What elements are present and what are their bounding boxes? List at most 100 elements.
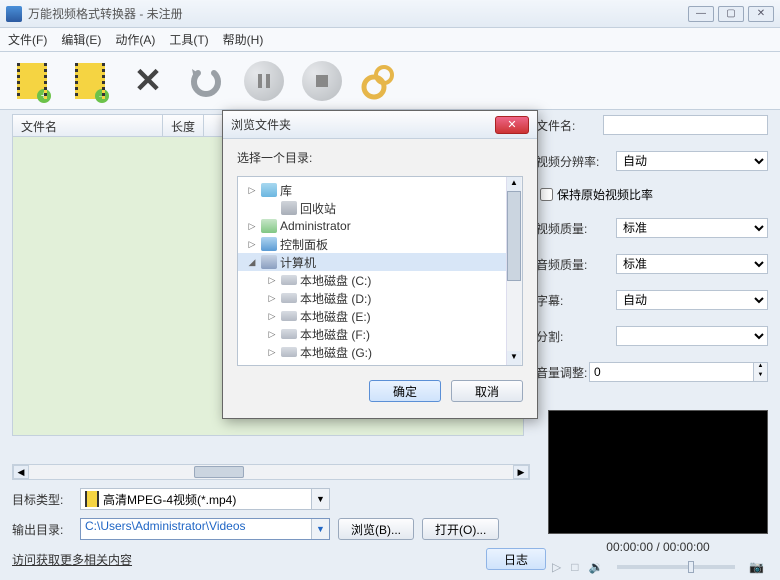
tree-toggle-icon[interactable]: ▷ (266, 347, 278, 358)
tree-item[interactable]: ▷ 本地磁盘 (D:) (238, 289, 522, 307)
output-dir-value: C:\Users\Administrator\Videos (85, 519, 246, 533)
col-length[interactable]: 长度 (163, 115, 204, 136)
app-icon (6, 6, 22, 22)
tree-scrollbar[interactable]: ▲ ▼ (506, 177, 522, 365)
x-icon: ✕ (134, 61, 163, 101)
audio-quality-label: 音频质量: (536, 256, 616, 273)
bin-icon (281, 201, 297, 215)
tree-item-label: 本地磁盘 (G:) (300, 344, 372, 361)
menu-file[interactable]: 文件(F) (8, 31, 47, 48)
tree-toggle-icon[interactable]: ◢ (246, 257, 258, 268)
target-type-value: 高清MPEG-4视频(*.mp4) (103, 491, 236, 508)
tree-item[interactable]: ◢计算机 (238, 253, 522, 271)
minimize-button[interactable]: — (688, 6, 714, 22)
tree-toggle-icon[interactable]: ▷ (246, 185, 258, 196)
tree-item[interactable]: ▷库 (238, 181, 522, 199)
audio-quality-select[interactable]: 标准 (616, 254, 768, 274)
disk-icon (281, 311, 297, 321)
filename-field[interactable] (603, 115, 768, 135)
tree-item[interactable]: ▷ 本地磁盘 (F:) (238, 325, 522, 343)
disk-icon (281, 293, 297, 303)
tree-toggle-icon[interactable]: ▷ (246, 221, 258, 232)
tree-toggle-icon[interactable]: ▷ (266, 329, 278, 340)
tree-item[interactable]: ▷ 本地磁盘 (C:) (238, 271, 522, 289)
filename-label: 文件名: (536, 117, 603, 134)
preview-panel: 00:00:00 / 00:00:00 ▷ □ 🔉 📷 (548, 410, 768, 574)
target-type-select[interactable]: 高清MPEG-4视频(*.mp4) ▼ (80, 488, 330, 510)
dialog-instruction: 选择一个目录: (237, 149, 523, 166)
more-content-link[interactable]: 访问获取更多相关内容 (12, 551, 132, 568)
tree-item[interactable]: ▷本地磁盘 (E:) (238, 307, 522, 325)
col-filename[interactable]: 文件名 (13, 115, 163, 136)
settings-button[interactable] (360, 61, 400, 101)
menu-help[interactable]: 帮助(H) (223, 31, 264, 48)
dialog-ok-button[interactable]: 确定 (369, 380, 441, 402)
tree-toggle-icon[interactable]: ▷ (246, 239, 258, 250)
maximize-button[interactable]: ▢ (718, 6, 744, 22)
user-icon (261, 219, 277, 233)
dialog-cancel-button[interactable]: 取消 (451, 380, 523, 402)
window-title: 万能视频格式转换器 - 未注册 (28, 5, 688, 22)
split-select[interactable] (616, 326, 768, 346)
resolution-label: 视频分辨率: (536, 153, 616, 170)
tree-item[interactable]: ▷ Administrator (238, 217, 522, 235)
folder-tree: ▷库回收站▷Administrator▷控制面板◢计算机▷本地磁盘 (C:)▷本… (237, 176, 523, 366)
open-button[interactable]: 打开(O)... (422, 518, 499, 540)
resolution-select[interactable]: 自动 (616, 151, 768, 171)
tree-toggle-icon[interactable]: ▷ (266, 275, 278, 286)
tree-item-label: 本地磁盘 (F:) (300, 326, 370, 343)
tree-toggle-icon[interactable]: ▷ (266, 311, 278, 322)
stop-preview-button[interactable]: □ (571, 560, 578, 574)
split-label: 分割: (536, 328, 616, 345)
disk-icon (281, 275, 297, 285)
h-scrollbar[interactable]: ◀ ▶ (12, 464, 530, 480)
tree-item-label: Administrator (280, 219, 351, 233)
log-button[interactable]: 日志 (486, 548, 546, 570)
play-button[interactable]: ▷ (552, 560, 561, 574)
dialog-title: 浏览文件夹 (231, 116, 495, 133)
scroll-right-icon[interactable]: ▶ (513, 465, 529, 479)
keep-ratio-checkbox[interactable] (540, 188, 553, 201)
add-export-button[interactable]: → (70, 61, 110, 101)
volume-up[interactable]: ▲ (754, 363, 767, 372)
scroll-thumb[interactable] (194, 466, 244, 478)
volume-label: 音量调整: (536, 364, 589, 381)
keep-ratio-label: 保持原始视频比率 (557, 186, 653, 203)
tree-item-label: 本地磁盘 (D:) (300, 290, 371, 307)
volume-icon[interactable]: 🔉 (588, 560, 603, 574)
menu-tools[interactable]: 工具(T) (169, 31, 208, 48)
volume-slider[interactable] (617, 565, 735, 569)
output-dir-field[interactable]: C:\Users\Administrator\Videos ▼ (80, 518, 330, 540)
stop-button[interactable] (302, 61, 342, 101)
disk-icon (281, 329, 297, 339)
browse-button[interactable]: 浏览(B)... (338, 518, 414, 540)
preview-video (548, 410, 768, 534)
menu-edit[interactable]: 编辑(E) (61, 31, 101, 48)
computer-icon (261, 255, 277, 269)
remove-button[interactable]: ✕ (128, 61, 168, 101)
menu-action[interactable]: 动作(A) (115, 31, 155, 48)
tree-item-label: 控制面板 (280, 236, 328, 253)
video-quality-select[interactable]: 标准 (616, 218, 768, 238)
volume-field[interactable] (589, 362, 754, 382)
tree-item[interactable]: ▷ 控制面板 (238, 235, 522, 253)
scroll-left-icon[interactable]: ◀ (13, 465, 29, 479)
undo-button[interactable] (186, 61, 226, 101)
tree-item[interactable]: 回收站 (238, 199, 522, 217)
tree-item[interactable]: ▷ 本地磁盘 (G:) (238, 343, 522, 361)
tree-toggle-icon[interactable]: ▷ (266, 293, 278, 304)
panel-icon (261, 237, 277, 251)
browse-folder-dialog: 浏览文件夹 ✕ 选择一个目录: ▷库回收站 ▷ Administrator ▷ 控制面板… (222, 110, 538, 419)
add-file-button[interactable]: + (12, 61, 52, 101)
subtitle-select[interactable]: 自动 (616, 290, 768, 310)
tree-item-label: 回收站 (300, 200, 336, 217)
chevron-down-icon: ▼ (311, 519, 329, 539)
target-type-label: 目标类型: (12, 491, 72, 508)
menubar: 文件(F) 编辑(E) 动作(A) 工具(T) 帮助(H) (0, 28, 780, 52)
snapshot-button[interactable]: 📷 (749, 560, 764, 574)
pause-button[interactable] (244, 61, 284, 101)
dialog-close-button[interactable]: ✕ (495, 116, 529, 134)
close-button[interactable]: ✕ (748, 6, 774, 22)
volume-down[interactable]: ▼ (754, 372, 767, 381)
tree-item-label: 本地磁盘 (C:) (300, 272, 371, 289)
